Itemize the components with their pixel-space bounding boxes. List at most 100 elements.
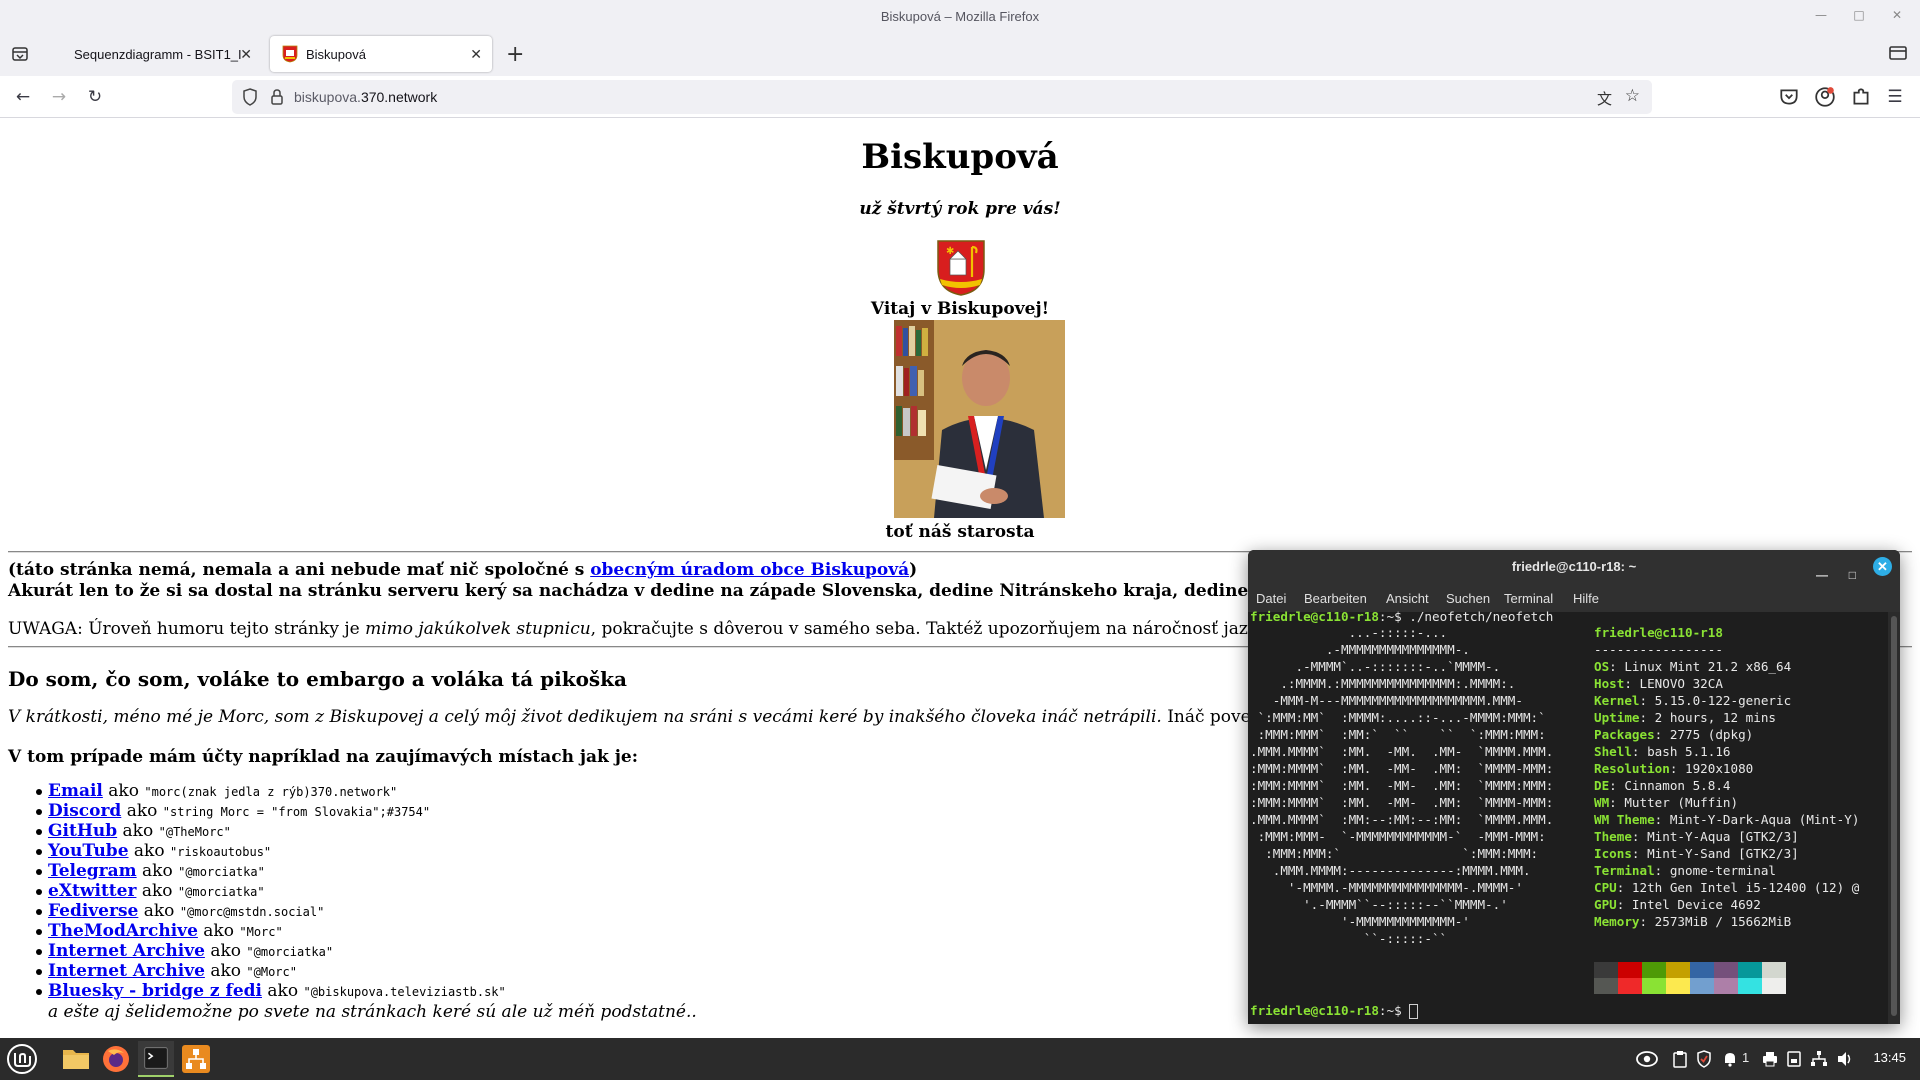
info-key: Terminal	[1594, 863, 1655, 878]
eye-icon[interactable]	[1636, 1050, 1658, 1068]
accounts-tail: a ešte aj šelidemožne po svete na stránk…	[48, 1002, 697, 1022]
reload-icon[interactable]: ↻	[84, 86, 106, 108]
menu-bearbeiten[interactable]: Bearbeiten	[1304, 591, 1367, 606]
info-value: 12th Gen Intel i5-12400 (12) @	[1631, 880, 1860, 895]
color-swatch	[1618, 978, 1642, 994]
bookmark-star-icon[interactable]: ☆	[1625, 86, 1640, 106]
files-icon[interactable]	[58, 1041, 94, 1077]
menu-ansicht[interactable]: Ansicht	[1386, 591, 1429, 606]
minimize-icon[interactable]: —	[1812, 6, 1830, 24]
color-swatch	[1714, 978, 1738, 994]
close-tab-icon[interactable]: ✕	[470, 46, 482, 63]
new-tab-icon[interactable]: +	[506, 42, 524, 67]
list-item: eXtwitter ako "@morciatka"	[36, 881, 506, 901]
warning-line: UWAGA: Úroveň humoru tejto stránky je mi…	[8, 619, 1328, 639]
municipal-office-link[interactable]: obecným úradom obce Biskupová	[590, 560, 909, 580]
ako-word: ako	[108, 781, 139, 801]
info-row: DE: Cinnamon 5.8.4	[1594, 778, 1731, 793]
terminal-close-icon[interactable]: ✕	[1873, 557, 1892, 576]
window-controls: — □ ✕	[1812, 6, 1906, 24]
ascii-row: ...-:::::-...	[1250, 625, 1448, 640]
tab-list-icon[interactable]	[10, 44, 30, 64]
ascii-row: :MMM:MMMM` :MM. -MM- .MM: `MMMM-MMM:	[1250, 795, 1554, 810]
close-tab-icon[interactable]: ✕	[240, 46, 252, 63]
back-arrow-icon[interactable]: ←	[12, 86, 34, 108]
account-link[interactable]: Discord	[48, 801, 121, 821]
ascii-row: :MMM:MMMM` :MM. -MM- .MM: `MMMM-MMM:	[1250, 761, 1554, 776]
url-text[interactable]: biskupova.370.network	[294, 89, 437, 105]
tab-biskupova[interactable]: Biskupová ✕	[270, 36, 492, 72]
address-bar[interactable]: biskupova.370.network 文 ☆	[232, 80, 1652, 114]
pocket-icon[interactable]	[1778, 86, 1800, 108]
account-link[interactable]: TheModArchive	[48, 921, 198, 941]
extensions-icon[interactable]	[1850, 86, 1872, 108]
printer-icon[interactable]	[1762, 1050, 1778, 1068]
account-link[interactable]: Fediverse	[48, 901, 138, 921]
menu-datei[interactable]: Datei	[1256, 591, 1286, 606]
mint-menu-icon[interactable]	[4, 1041, 40, 1077]
forward-arrow-icon[interactable]: →	[48, 86, 70, 108]
close-icon[interactable]: ✕	[1888, 6, 1906, 24]
terminal-title: friedrle@c110-r18: ~	[1511, 559, 1637, 574]
maximize-icon[interactable]: □	[1850, 6, 1868, 24]
terminal-titlebar[interactable]: friedrle@c110-r18: ~ — □ ✕	[1248, 550, 1900, 584]
account-link[interactable]: GitHub	[48, 821, 117, 841]
info-row: Icons: Mint-Y-Sand [GTK2/3]	[1594, 846, 1799, 861]
clipboard-icon[interactable]	[1672, 1050, 1688, 1068]
menu-suchen[interactable]: Suchen	[1446, 591, 1490, 606]
account-link[interactable]: Telegram	[48, 861, 137, 881]
hamburger-menu-icon[interactable]: ☰	[1884, 86, 1906, 108]
ascii-row: :MMM:MMM- `-MMMMMMMMMMMM-` -MMM-MMM:	[1250, 829, 1546, 844]
account-link[interactable]: eXtwitter	[48, 881, 136, 901]
account-link[interactable]: Email	[48, 781, 103, 801]
info-value: 2573MiB / 15662MiB	[1654, 914, 1792, 929]
clock[interactable]: 13:45	[1873, 1050, 1906, 1065]
terminal-output[interactable]: friedrle@c110-r18:~$ ./neofetch/neofetch…	[1248, 609, 1888, 1024]
system-info: friedrle@c110-r18 ----------------- OS: …	[1594, 624, 1859, 930]
taskbar: 1 13:45	[0, 1038, 1920, 1080]
account-link[interactable]: YouTube	[48, 841, 129, 861]
account-link[interactable]: Internet Archive	[48, 961, 205, 981]
ascii-row: :MMM:MMMM` :MM. -MM- .MM: `MMMM:MMM:	[1250, 778, 1554, 793]
menu-hilfe[interactable]: Hilfe	[1573, 591, 1599, 606]
menu-terminal[interactable]: Terminal	[1504, 591, 1553, 606]
terminal-app-icon[interactable]	[138, 1041, 174, 1077]
ascii-row: '-MMMM.-MMMMMMMMMMMMMMM-.MMMM-'	[1250, 880, 1523, 895]
ascii-row: .MMM.MMMM` :MM. -MM. .MM- `MMMM.MMM.	[1250, 744, 1554, 759]
ascii-row: .-MMMMMMMMMMMMMMM-.	[1250, 642, 1470, 657]
ascii-row: '-MMMMMMMMMMMMM-'	[1250, 914, 1470, 929]
coat-of-arms-favicon-icon	[282, 45, 298, 63]
info-key: Kernel	[1594, 693, 1640, 708]
notification-bell-icon[interactable]	[1722, 1050, 1738, 1068]
info-value: Intel Device 4692	[1631, 897, 1761, 912]
network-app-icon[interactable]	[178, 1041, 214, 1077]
list-item: Telegram ako "@morciatka"	[36, 861, 506, 881]
network-icon[interactable]	[1810, 1050, 1828, 1068]
info-row: Terminal: gnome-terminal	[1594, 863, 1776, 878]
tab-sequenzdiagramm[interactable]: Sequenzdiagramm - BSIT1_I ✕	[62, 36, 262, 72]
account-handle: "riskoautobus"	[170, 845, 272, 859]
info-key: Uptime	[1594, 710, 1640, 725]
terminal-window[interactable]: friedrle@c110-r18: ~ — □ ✕ Datei Bearbei…	[1248, 550, 1900, 1024]
folder-icon[interactable]	[1888, 44, 1908, 62]
account-handle: "morc(znak jedla z rýb)370.network"	[144, 785, 398, 799]
intro-italic: V krátkosti, méno mé je Morc, som z Bisk…	[8, 707, 1162, 727]
info-key: Packages	[1594, 727, 1655, 742]
translate-icon[interactable]: 文	[1597, 88, 1612, 109]
terminal-scrollbar[interactable]	[1888, 612, 1900, 1024]
account-link[interactable]: Bluesky - bridge z fedi	[48, 981, 262, 1001]
color-swatch	[1738, 978, 1762, 994]
security-shield-icon[interactable]	[1696, 1050, 1712, 1068]
shield-icon[interactable]	[242, 88, 258, 106]
display-icon[interactable]	[1786, 1050, 1802, 1068]
info-value: 2 hours, 12 mins	[1654, 710, 1776, 725]
mayor-photo	[894, 320, 1065, 518]
account-link[interactable]: Internet Archive	[48, 941, 205, 961]
account-icon[interactable]	[1814, 86, 1836, 108]
info-key: DE	[1594, 778, 1610, 793]
lock-icon[interactable]	[270, 88, 284, 106]
firefox-icon[interactable]	[98, 1041, 134, 1077]
color-swatch	[1690, 962, 1714, 978]
info-row: WM: Mutter (Muffin)	[1594, 795, 1739, 810]
volume-icon[interactable]	[1836, 1050, 1854, 1068]
